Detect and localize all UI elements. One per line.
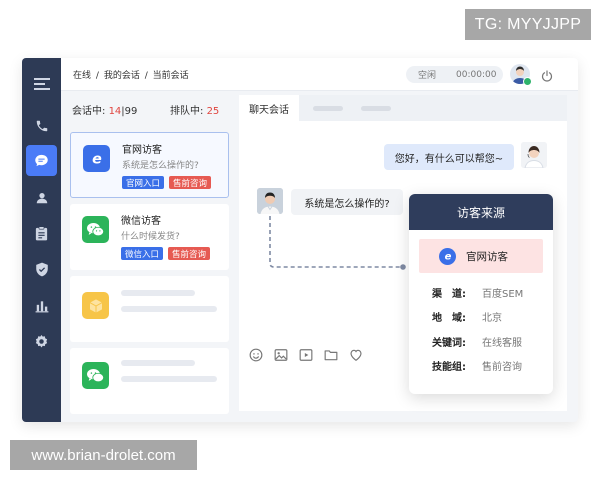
skill-tag: 售前咨询 — [168, 247, 210, 260]
svg-text:e: e — [92, 151, 102, 167]
tab-chat-session[interactable]: 聊天会话 — [239, 95, 299, 121]
info-key: 渠 道: — [432, 289, 466, 300]
ie-icon: e — [439, 247, 456, 265]
session-card-placeholder[interactable] — [70, 348, 229, 414]
waiting-count: 25 — [206, 106, 220, 117]
visitor-avatar — [257, 188, 283, 214]
app-window: 在线 / 我的会话 / 当前会话 空闲 00:00:00 会话中: 14|99 — [22, 58, 578, 422]
chat-tabs: 聊天会话 — [239, 95, 567, 121]
status-pill[interactable]: 空闲 00:00:00 — [406, 66, 503, 83]
info-value: 北京 — [482, 313, 502, 324]
info-key: 技能组: — [432, 362, 466, 373]
top-bar: 在线 / 我的会话 / 当前会话 空闲 00:00:00 — [61, 58, 578, 91]
placeholder-line — [121, 360, 195, 366]
info-key: 关键词: — [432, 338, 466, 349]
in-session-count: 14 — [108, 106, 122, 117]
visitor-source-badge: e 官网访客 — [419, 239, 543, 273]
bar-chart-icon[interactable] — [26, 290, 57, 321]
session-timer: 00:00:00 — [456, 69, 497, 80]
session-title: 微信访客 — [121, 216, 161, 227]
visitor-message-bubble: 系统是怎么操作的? — [291, 189, 403, 215]
placeholder-line — [121, 290, 195, 296]
breadcrumb-separator: / — [95, 71, 99, 81]
info-key: 地 域: — [432, 313, 466, 324]
session-message: 什么时候发货? — [121, 232, 180, 242]
session-message: 系统是怎么操作的? — [122, 161, 199, 171]
waiting-label: 排队中: — [170, 106, 204, 117]
video-icon[interactable] — [299, 348, 313, 362]
svg-text:e: e — [444, 252, 451, 263]
box-icon — [82, 292, 109, 319]
breadcrumb-current-session: 当前会话 — [152, 71, 189, 81]
folder-icon[interactable] — [324, 348, 338, 362]
in-session-counter: 会话中: 14|99 — [72, 102, 137, 117]
screenshot: TG: MYYJJPP 在线 / 我的会话 / 当前会话 空闲 00:00:00… — [0, 0, 600, 480]
tab-placeholder[interactable] — [313, 106, 343, 111]
breadcrumb-separator: / — [144, 71, 148, 81]
in-session-max: 99 — [124, 106, 138, 117]
session-card-website[interactable]: e 官网访客 系统是怎么操作的? 官网入口 售前咨询 — [70, 132, 229, 198]
channel-tag: 官网入口 — [122, 176, 164, 189]
info-value: 在线客服 — [482, 338, 522, 349]
breadcrumb-online[interactable]: 在线 — [73, 71, 91, 81]
agent-message-bubble: 您好，有什么可以帮您~ — [384, 144, 514, 170]
waiting-counter: 排队中: 25 — [170, 102, 219, 117]
wechat-icon — [82, 362, 109, 389]
gear-icon[interactable] — [26, 326, 57, 357]
shield-icon[interactable] — [26, 254, 57, 285]
smile-icon[interactable] — [249, 348, 263, 362]
tg-watermark: TG: MYYJJPP — [465, 9, 591, 40]
user-icon[interactable] — [26, 182, 57, 213]
in-session-label: 会话中: — [72, 106, 106, 117]
session-card-placeholder[interactable] — [70, 276, 229, 342]
info-value: 售前咨询 — [482, 362, 522, 373]
chat-icon[interactable] — [26, 145, 57, 176]
site-watermark: www.brian-drolet.com — [10, 440, 197, 470]
clipboard-icon[interactable] — [26, 218, 57, 249]
placeholder-line — [121, 376, 217, 382]
info-value: 百度SEM — [482, 289, 524, 300]
power-icon[interactable] — [541, 67, 553, 86]
status-text: 空闲 — [418, 71, 437, 81]
visitor-source-title: 访客来源 — [409, 194, 553, 230]
breadcrumb-my-sessions[interactable]: 我的会话 — [104, 71, 140, 81]
visitor-source-name: 官网访客 — [466, 250, 508, 263]
menu-icon[interactable] — [26, 68, 57, 99]
chat-toolbar — [249, 348, 363, 364]
phone-icon[interactable] — [26, 110, 57, 141]
tab-placeholder[interactable] — [361, 106, 391, 111]
connector-line — [269, 216, 406, 270]
channel-tag: 微信入口 — [121, 247, 163, 260]
online-status-icon — [523, 77, 532, 86]
ie-icon: e — [83, 145, 110, 172]
sidebar — [22, 58, 61, 422]
heart-icon[interactable] — [349, 348, 363, 362]
placeholder-line — [121, 306, 217, 312]
session-title: 官网访客 — [122, 145, 162, 156]
session-card-wechat[interactable]: 微信访客 什么时候发货? 微信入口 售前咨询 — [70, 204, 229, 270]
agent-avatar — [521, 142, 547, 168]
skill-tag: 售前咨询 — [169, 176, 211, 189]
visitor-source-card: 访客来源 e 官网访客 渠 道: 百度SEM 地 域: 北京 关键词: 在线客服… — [409, 194, 553, 394]
image-icon[interactable] — [274, 348, 288, 362]
wechat-icon — [82, 216, 109, 243]
breadcrumb: 在线 / 我的会话 / 当前会话 — [73, 68, 191, 81]
